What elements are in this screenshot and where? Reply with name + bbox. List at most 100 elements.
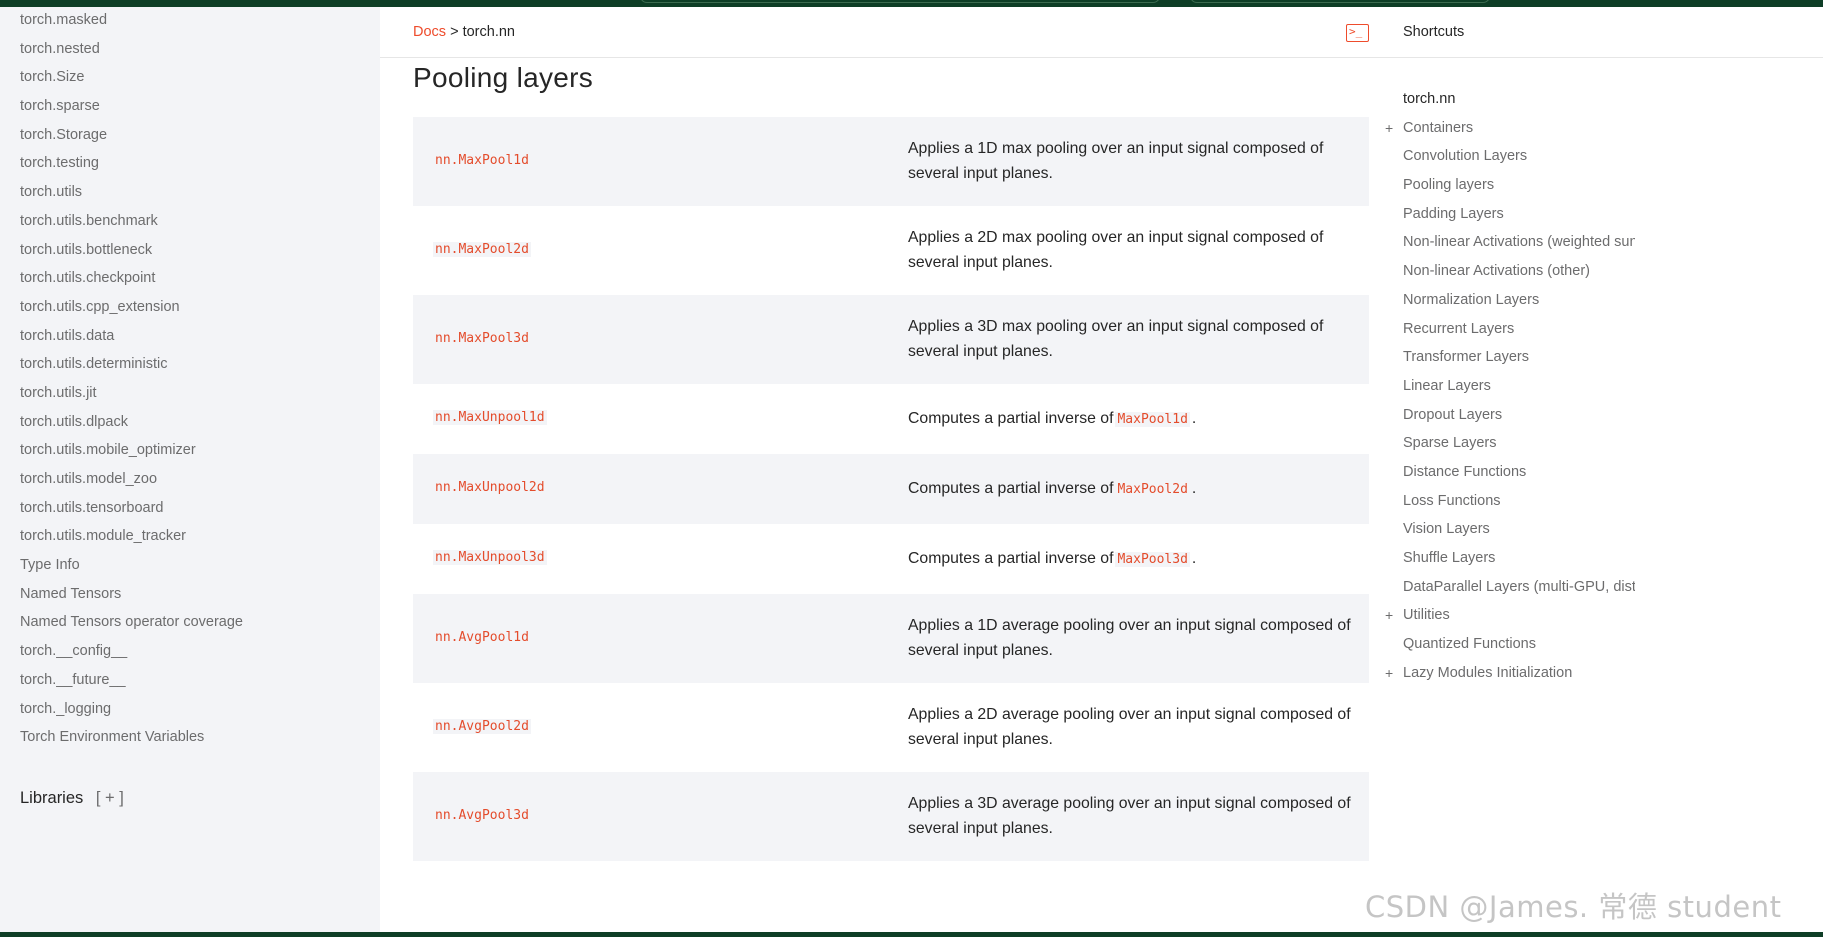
sidebar-item-torch-utils[interactable]: torch.utils <box>20 178 243 207</box>
toc-item-lazy-modules-initialization[interactable]: + Lazy Modules Initialization <box>1385 659 1635 688</box>
sidebar-item-torch-environment-variables[interactable]: Torch Environment Variables <box>20 723 243 752</box>
sidebar-item-torch-utils-cpp-extension[interactable]: torch.utils.cpp_extension <box>20 293 243 322</box>
toc-item-transformer-layers[interactable]: Transformer Layers <box>1385 343 1635 372</box>
toc-item-label: Padding Layers <box>1403 205 1504 222</box>
sidebar-item-torch-nested[interactable]: torch.nested <box>20 35 243 64</box>
browser-top-band <box>0 0 1823 7</box>
sidebar-item-named-tensors[interactable]: Named Tensors <box>20 580 243 609</box>
toc-item-label: Utilities <box>1403 607 1450 624</box>
api-name-link[interactable]: nn.AvgPool2d <box>433 718 531 734</box>
terminal-icon[interactable]: >_ <box>1346 24 1369 42</box>
sidebar-item-torch-utils-jit[interactable]: torch.utils.jit <box>20 379 243 408</box>
expand-plus-icon[interactable]: + <box>1385 659 1393 688</box>
toc-item-label: Vision Layers <box>1403 521 1490 538</box>
sidebar-item-torch-logging[interactable]: torch._logging <box>20 695 243 724</box>
api-description: Applies a 1D average pooling over an inp… <box>908 616 1351 659</box>
sidebar-item-torch-utils-model-zoo[interactable]: torch.utils.model_zoo <box>20 465 243 494</box>
sidebar-item-torch-utils-module-tracker[interactable]: torch.utils.module_tracker <box>20 522 243 551</box>
toc-item-normalization-layers[interactable]: Normalization Layers <box>1385 286 1635 315</box>
sidebar-item-torch-config[interactable]: torch.__config__ <box>20 637 243 666</box>
toc-item-label: Sparse Layers <box>1403 435 1497 452</box>
sidebar-item-torch-utils-tensorboard[interactable]: torch.utils.tensorboard <box>20 494 243 523</box>
toc-item-convolution-layers[interactable]: Convolution Layers <box>1385 142 1635 171</box>
api-description: Applies a 3D max pooling over an input s… <box>908 317 1324 360</box>
toc-item-recurrent-layers[interactable]: Recurrent Layers <box>1385 315 1635 344</box>
api-name-link[interactable]: nn.MaxPool1d <box>433 152 531 168</box>
toc-item-distance-functions[interactable]: Distance Functions <box>1385 458 1635 487</box>
api-name-link[interactable]: nn.MaxPool2d <box>433 241 531 257</box>
toc-item-label: Dropout Layers <box>1403 406 1503 423</box>
toc-item-non-linear-activations-weighted-sun[interactable]: Non-linear Activations (weighted sun <box>1385 228 1635 257</box>
toc-item-dataparallel-layers-multi-gpu-distri[interactable]: DataParallel Layers (multi-GPU, distri <box>1385 573 1635 602</box>
watermark: CSDN @James. 常德 student <box>1365 890 1782 924</box>
sidebar-item-named-tensors-operator-coverage[interactable]: Named Tensors operator coverage <box>20 608 243 637</box>
sidebar-item-torch-utils-dlpack[interactable]: torch.utils.dlpack <box>20 408 243 437</box>
toc-item-label: Convolution Layers <box>1403 148 1528 165</box>
toc-item-sparse-layers[interactable]: Sparse Layers <box>1385 429 1635 458</box>
table-row: nn.MaxPool2d Applies a 2D max pooling ove… <box>413 206 1369 295</box>
sidebar-item-torch-utils-bottleneck[interactable]: torch.utils.bottleneck <box>20 236 243 265</box>
toc-item-containers[interactable]: + Containers <box>1385 114 1635 143</box>
api-name-link[interactable]: nn.AvgPool1d <box>433 629 531 645</box>
sidebar-item-torch-utils-benchmark[interactable]: torch.utils.benchmark <box>20 207 243 236</box>
docs-sidebar: torch.masked torch.nested torch.Size torch.… <box>0 7 380 932</box>
description-text: Computes a partial inverse of <box>908 410 1114 427</box>
table-row: nn.MaxUnpool1d Computes a partial inverse… <box>413 384 1369 454</box>
table-row: nn.MaxUnpool3d Computes a partial inverse… <box>413 524 1369 594</box>
sidebar-item-torch-size[interactable]: torch.Size <box>20 63 243 92</box>
toc-item-label: Non-linear Activations (weighted sun <box>1403 234 1635 251</box>
sidebar-item-torch-testing[interactable]: torch.testing <box>20 149 243 178</box>
table-row: nn.MaxPool3d Applies a 3D max pooling ove… <box>413 295 1369 384</box>
toc-item-padding-layers[interactable]: Padding Layers <box>1385 200 1635 229</box>
table-row: nn.MaxPool1d Applies a 1D max pooling ove… <box>413 117 1369 206</box>
toc-item-loss-functions[interactable]: Loss Functions <box>1385 487 1635 516</box>
expand-plus-icon[interactable]: + <box>1385 601 1393 630</box>
toc-item-label: Non-linear Activations (other) <box>1403 263 1590 280</box>
sidebar-item-torch-utils-data[interactable]: torch.utils.data <box>20 322 243 351</box>
toc-item-label: Distance Functions <box>1403 463 1527 480</box>
toc-item-utilities[interactable]: + Utilities <box>1385 601 1635 630</box>
toc-item-non-linear-activations-other[interactable]: Non-linear Activations (other) <box>1385 257 1635 286</box>
sidebar-item-torch-utils-mobile-optimizer[interactable]: torch.utils.mobile_optimizer <box>20 436 243 465</box>
toc-root[interactable]: torch.nn <box>1385 85 1635 114</box>
api-description: Applies a 1D max pooling over an input s… <box>908 139 1324 182</box>
sidebar-item-torch-masked[interactable]: torch.masked <box>20 7 243 35</box>
breadcrumb: Docs > torch.nn <box>413 24 515 40</box>
toc-item-label: Recurrent Layers <box>1403 320 1515 337</box>
description-text: Computes a partial inverse of <box>908 480 1114 497</box>
api-name-link[interactable]: nn.MaxPool3d <box>433 330 531 346</box>
api-name-link[interactable]: nn.MaxUnpool1d <box>433 410 547 425</box>
shortcuts-label: Shortcuts <box>1403 24 1465 40</box>
api-description: Computes a partial inverse of MaxPool2d. <box>908 476 1358 502</box>
sidebar-nav-list: torch.masked torch.nested torch.Size torch.… <box>20 7 243 752</box>
toc-item-shuffle-layers[interactable]: Shuffle Layers <box>1385 544 1635 573</box>
description-code-link[interactable]: MaxPool1d <box>1115 412 1190 427</box>
sidebar-item-torch-future[interactable]: torch.__future__ <box>20 666 243 695</box>
api-name-link[interactable]: nn.MaxUnpool3d <box>433 550 547 565</box>
api-name-link[interactable]: nn.MaxUnpool2d <box>433 480 547 495</box>
toc-item-label: Quantized Functions <box>1403 636 1536 653</box>
toc-item-linear-layers[interactable]: Linear Layers <box>1385 372 1635 401</box>
sidebar-item-torch-storage[interactable]: torch.Storage <box>20 121 243 150</box>
libraries-label: Libraries <box>20 789 84 807</box>
expand-plus-icon[interactable]: + <box>1385 114 1393 143</box>
toc-item-vision-layers[interactable]: Vision Layers <box>1385 515 1635 544</box>
api-description: Applies a 2D average pooling over an inp… <box>908 705 1351 748</box>
api-name-link[interactable]: nn.AvgPool3d <box>433 807 531 823</box>
breadcrumb-docs-link[interactable]: Docs <box>413 24 446 40</box>
libraries-expand-button[interactable]: [ + ] <box>96 789 124 807</box>
sidebar-item-type-info[interactable]: Type Info <box>20 551 243 580</box>
main-content: Docs > torch.nn >_ Shortcuts Pooling lay… <box>380 7 1823 932</box>
toc-item-dropout-layers[interactable]: Dropout Layers <box>1385 401 1635 430</box>
toc-item-quantized-functions[interactable]: Quantized Functions <box>1385 630 1635 659</box>
description-punctuation: . <box>1191 480 1197 497</box>
description-code-link[interactable]: MaxPool3d <box>1115 552 1190 567</box>
toc-item-label: Normalization Layers <box>1403 291 1540 308</box>
sidebar-item-torch-utils-deterministic[interactable]: torch.utils.deterministic <box>20 350 243 379</box>
toc-item-pooling-layers[interactable]: Pooling layers <box>1385 171 1635 200</box>
breadcrumb-bar: Docs > torch.nn >_ Shortcuts <box>380 7 1823 58</box>
sidebar-item-torch-utils-checkpoint[interactable]: torch.utils.checkpoint <box>20 264 243 293</box>
toc-item-label: Containers <box>1403 119 1474 136</box>
sidebar-item-torch-sparse[interactable]: torch.sparse <box>20 92 243 121</box>
description-code-link[interactable]: MaxPool2d <box>1115 482 1190 497</box>
